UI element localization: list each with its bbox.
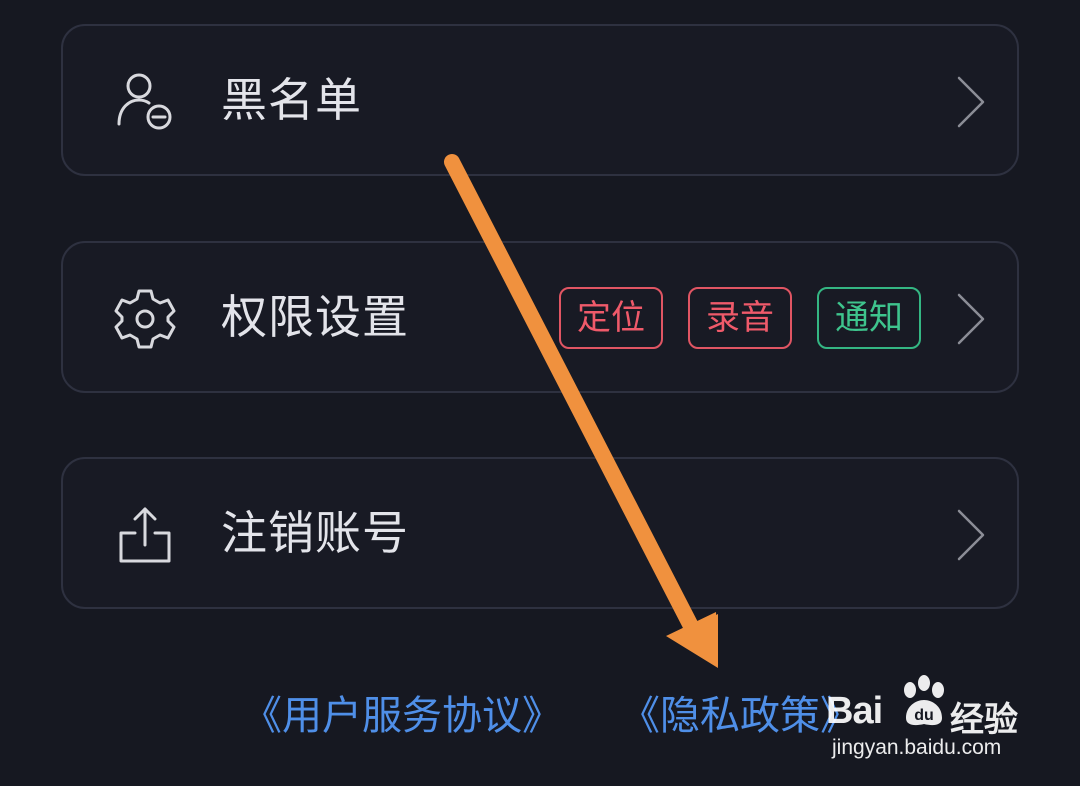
chevron-right-icon xyxy=(957,76,985,128)
user-minus-icon xyxy=(117,73,172,130)
user-agreement-link[interactable]: 《用户服务协议》 xyxy=(242,690,562,742)
location-permission-tag: 定位 xyxy=(559,287,663,349)
delete-account-row[interactable]: 注销账号 xyxy=(61,457,1019,609)
svg-text:du: du xyxy=(914,707,934,724)
baidu-watermark: Bai du 经验 jingyan.baidu.com xyxy=(826,670,1046,770)
chevron-right-icon xyxy=(957,293,985,345)
permission-settings-label: 权限设置 xyxy=(221,290,409,344)
privacy-policy-link[interactable]: 《隐私政策》 xyxy=(620,690,860,742)
blacklist-row[interactable]: 黑名单 xyxy=(61,24,1019,176)
notification-permission-tag: 通知 xyxy=(817,287,921,349)
paw-icon: du xyxy=(904,675,944,726)
chevron-right-icon xyxy=(957,509,985,561)
delete-account-label: 注销账号 xyxy=(221,506,409,560)
watermark-url: jingyan.baidu.com xyxy=(832,736,1002,759)
watermark-brand: Bai xyxy=(826,690,883,732)
watermark-jingyan: 经验 xyxy=(950,700,1018,740)
permission-settings-row[interactable]: 权限设置 定位 录音 通知 xyxy=(61,241,1019,393)
gear-icon xyxy=(114,289,176,349)
export-icon xyxy=(119,507,171,563)
recording-permission-tag: 录音 xyxy=(688,287,792,349)
blacklist-label: 黑名单 xyxy=(221,73,362,127)
